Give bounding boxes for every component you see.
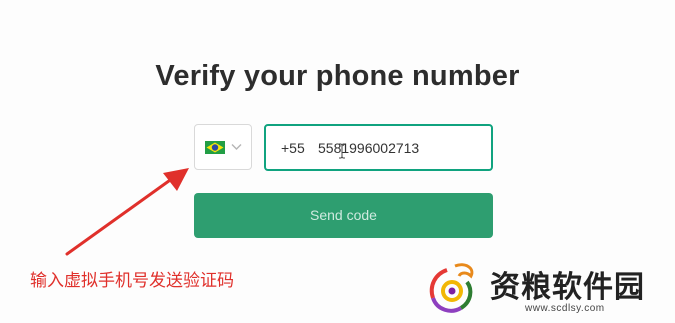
annotation-text: 输入虚拟手机号发送验证码 [30, 271, 234, 291]
country-select[interactable] [194, 124, 252, 170]
dial-code: +55 [281, 140, 305, 156]
verify-phone-page: Verify your phone number +55 55819960027… [0, 0, 675, 323]
phone-number-value: 5581996002713 [318, 140, 420, 156]
chevron-down-icon [231, 144, 242, 150]
watermark-url: www.scdlsy.com [525, 303, 605, 314]
phone-number-input[interactable]: +55 5581996002713 [264, 124, 493, 171]
brazil-flag-icon [205, 141, 225, 154]
watermark-logo-icon [429, 263, 474, 313]
text-cursor-icon [339, 143, 345, 159]
send-code-button[interactable]: Send code [194, 193, 493, 238]
red-arrow-annotation [65, 168, 189, 256]
watermark-brand-name: 资粮软件园 [490, 270, 645, 305]
page-title: Verify your phone number [155, 60, 520, 92]
